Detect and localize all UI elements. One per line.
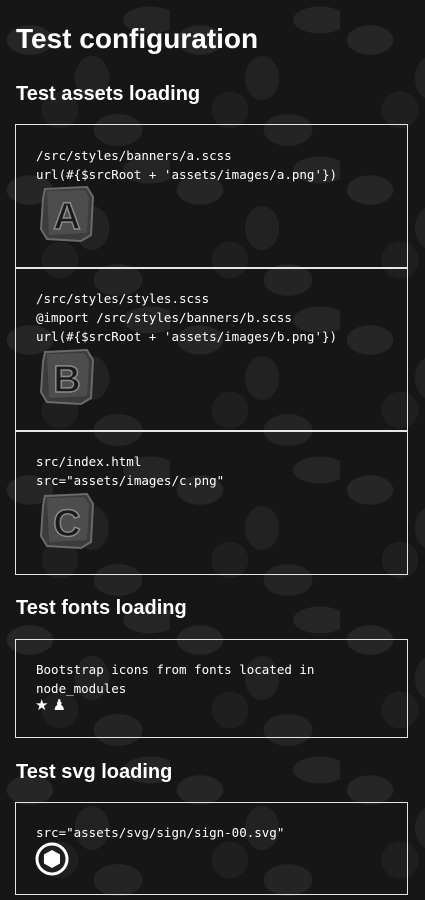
banner-c-letter: C xyxy=(53,503,80,545)
svg-panel xyxy=(15,802,408,895)
svg-src-line: src="assets/svg/sign/sign-00.svg" xyxy=(36,825,285,840)
asset-b-import: @import /src/styles/banners/b.scss xyxy=(36,310,292,325)
banner-a-letter: A xyxy=(53,196,80,238)
banner-a-image: A xyxy=(39,185,95,243)
chess-pawn-icon: ♟ xyxy=(52,697,70,714)
fonts-icon-row: ★♟ xyxy=(35,698,70,714)
star-fill-icon: ★ xyxy=(35,697,53,714)
banner-b-letter: B xyxy=(53,359,80,401)
asset-b-path: /src/styles/styles.scss xyxy=(36,291,210,306)
asset-a-path: /src/styles/banners/a.scss xyxy=(36,148,232,163)
fonts-heading: Test fonts loading xyxy=(16,597,187,619)
hexagon-sign-icon xyxy=(35,842,69,876)
page-title: Test configuration xyxy=(16,23,259,54)
asset-c-src: src="assets/images/c.png" xyxy=(36,473,225,488)
assets-divider-2 xyxy=(15,430,408,432)
asset-b-url: url(#{$srcRoot + 'assets/images/b.png'}) xyxy=(36,329,338,344)
assets-divider-1 xyxy=(15,267,408,269)
fonts-line-1: Bootstrap icons from fonts located in xyxy=(36,662,315,677)
asset-a-url: url(#{$srcRoot + 'assets/images/a.png'}) xyxy=(36,167,338,182)
fonts-line-2: node_modules xyxy=(36,681,127,696)
asset-c-path: src/index.html xyxy=(36,454,142,469)
page: Test configuration Test assets loading /… xyxy=(0,0,425,900)
banner-c-image: C xyxy=(39,492,95,550)
banner-b-image: B xyxy=(39,348,95,406)
assets-heading: Test assets loading xyxy=(16,83,201,105)
svg-heading: Test svg loading xyxy=(16,761,173,783)
